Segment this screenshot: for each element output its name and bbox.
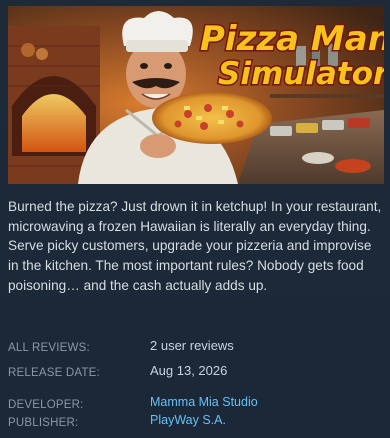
game-description: Burned the pizza? Just drown it in ketch… — [8, 199, 382, 293]
all-reviews-row: ALL REVIEWS: 2 user reviews — [8, 338, 382, 358]
publisher-row: PUBLISHER: PlayWay S.A. — [8, 413, 382, 433]
publisher-link[interactable]: PlayWay S.A. — [150, 413, 226, 427]
all-reviews-value[interactable]: 2 user reviews — [150, 338, 234, 353]
publisher-label: PUBLISHER: — [8, 417, 79, 429]
developer-row: DEVELOPER: Mamma Mia Studio — [8, 395, 382, 415]
store-info-panel: Pizza Man Simulator Burned the pizza? Ju… — [0, 0, 390, 438]
all-reviews-label: ALL REVIEWS: — [8, 342, 90, 354]
developer-link[interactable]: Mamma Mia Studio — [150, 395, 258, 409]
release-date-value: Aug 13, 2026 — [150, 363, 228, 378]
game-capsule-image[interactable]: Pizza Man Simulator — [8, 6, 384, 184]
release-date-label: RELEASE DATE: — [8, 367, 100, 379]
title-line2: Simulator — [218, 56, 384, 92]
release-date-row: RELEASE DATE: Aug 13, 2026 — [8, 363, 382, 383]
developer-label: DEVELOPER: — [8, 399, 84, 411]
title-line1: Pizza Man — [200, 19, 384, 59]
